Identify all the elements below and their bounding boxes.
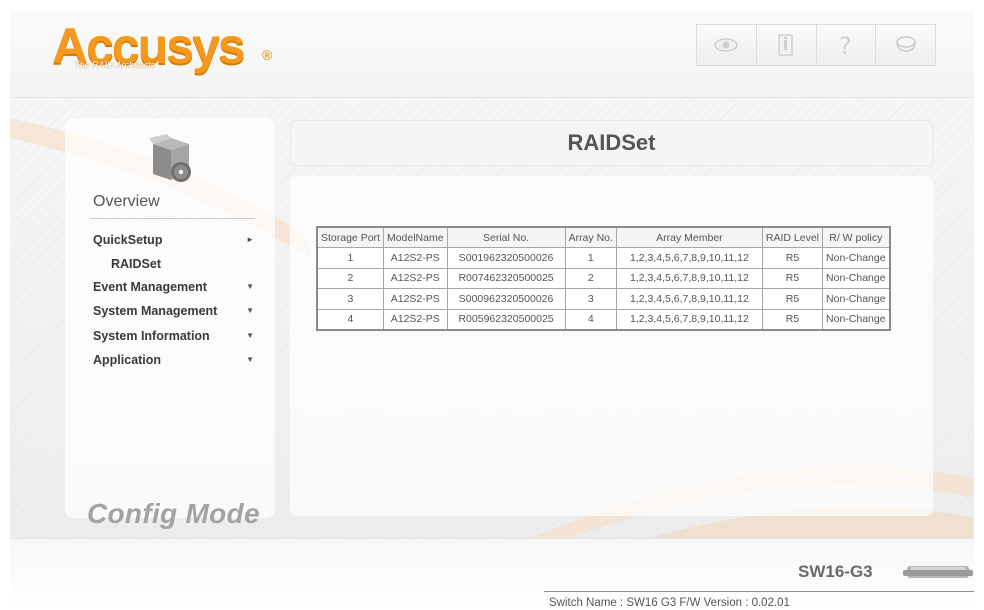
logout-icon (895, 36, 916, 52)
chevron-down-icon: ▼ (246, 355, 254, 364)
view-button[interactable] (697, 25, 757, 65)
chevron-down-icon: ▼ (246, 306, 254, 315)
raidset-table: Storage Port ModelName Serial No. Array … (316, 226, 891, 331)
table-cell: A12S2-PS (382, 247, 448, 269)
sidebar-item-label: System Management (93, 304, 218, 318)
table-cell: Non-Change (822, 247, 891, 269)
sidebar-item-application[interactable]: Application ▼ (93, 348, 258, 373)
table-cell: 1 (564, 247, 617, 269)
table-cell: Non-Change (822, 288, 891, 310)
column-header: Array Member (615, 226, 763, 248)
table-cell: Non-Change (822, 267, 891, 289)
sidebar-item-event-management[interactable]: Event Management ▼ (93, 275, 258, 300)
footer-divider (544, 591, 974, 592)
header: Accusys ® The RAID Architects ? (10, 10, 974, 98)
sidebar-item-label: RAIDSet (111, 256, 162, 271)
column-header: ModelName (382, 226, 448, 248)
sidebar-item-label: System Information (93, 328, 210, 343)
table-cell: 2 (564, 267, 617, 289)
info-icon (778, 34, 793, 56)
sidebar: Overview QuickSetup ► RAIDSet Event Mana… (65, 118, 275, 529)
top-toolbar: ? (696, 24, 936, 66)
table-header-row: Storage Port ModelName Serial No. Array … (316, 226, 891, 248)
column-header: Serial No. (446, 226, 566, 248)
page-title: RAIDSet (567, 130, 656, 155)
table-cell: R5 (761, 308, 824, 330)
column-header: RAID Level (761, 226, 824, 248)
table-cell: A12S2-PS (382, 267, 448, 289)
table-cell: R5 (761, 288, 824, 310)
firmware-version-text: Switch Name : SW16 G3 F/W Version : 0.02… (549, 597, 790, 609)
sidebar-item-system-management[interactable]: System Management ▼ (93, 299, 258, 324)
help-button[interactable]: ? (816, 25, 877, 65)
logo-registered-mark: ® (262, 47, 273, 63)
table-cell: 3 (564, 288, 617, 310)
device-model-label: SW16-G3 (798, 562, 873, 581)
table-cell: Non-Change (822, 308, 891, 330)
sidebar-item-quicksetup[interactable]: QuickSetup ► (93, 228, 258, 253)
table-cell: R005962320500025 (446, 308, 566, 330)
svg-text:?: ? (839, 32, 852, 58)
table-row[interactable]: 1 A12S2-PS S001962320500026 1 1,2,3,4,5,… (316, 247, 891, 269)
table-cell: 4 (316, 308, 384, 330)
table-cell: A12S2-PS (382, 308, 448, 330)
help-icon: ? (839, 32, 852, 58)
content-area: Overview QuickSetup ► RAIDSet Event Mana… (10, 98, 974, 538)
table-row[interactable]: 3 A12S2-PS S000962320500026 3 1,2,3,4,5,… (316, 288, 891, 310)
table-cell: 1,2,3,4,5,6,7,8,9,10,11,12 (615, 247, 763, 269)
table-cell: S001962320500026 (446, 247, 566, 269)
logout-button[interactable] (876, 25, 935, 65)
sidebar-item-raidset[interactable]: RAIDSet (93, 253, 258, 275)
page-title-panel: RAIDSet (290, 120, 933, 166)
table-cell: A12S2-PS (382, 288, 448, 310)
chevron-right-icon: ► (246, 235, 254, 244)
accusys-logo: Accusys ® The RAID Architects (52, 21, 292, 81)
footer: SW16-G3 Switch Name : SW16 G3 F/W Versio… (10, 538, 974, 610)
config-mode-label: Config Mode (87, 498, 260, 529)
table-row[interactable]: 4 A12S2-PS R005962320500025 4 1,2,3,4,5,… (316, 308, 891, 330)
overview-heading[interactable]: Overview (93, 193, 160, 211)
switch-device-icon (903, 566, 973, 578)
eye-icon (714, 38, 738, 52)
table-cell: 1,2,3,4,5,6,7,8,9,10,11,12 (615, 267, 763, 289)
table-cell: 1,2,3,4,5,6,7,8,9,10,11,12 (615, 288, 763, 310)
sidebar-item-label: Application (93, 353, 162, 367)
sidebar-nav: QuickSetup ► RAIDSet Event Management ▼ … (93, 228, 258, 373)
column-header: R/ W policy (822, 226, 891, 248)
sidebar-item-label: Event Management (93, 279, 207, 294)
sidebar-item-system-information[interactable]: System Information ▼ (93, 324, 258, 349)
table-cell: 4 (564, 308, 617, 330)
chevron-down-icon: ▼ (246, 330, 254, 340)
table-cell: 1,2,3,4,5,6,7,8,9,10,11,12 (615, 308, 763, 330)
info-button[interactable] (756, 25, 817, 65)
overview-divider (90, 218, 255, 219)
table-cell: R007462320500025 (446, 267, 566, 289)
main-panel: Storage Port ModelName Serial No. Array … (290, 176, 933, 516)
app-frame: Accusys ® The RAID Architects ? Overview… (10, 10, 974, 610)
column-header: Array No. (564, 226, 617, 248)
table-cell: S000962320500026 (446, 288, 566, 310)
table-cell: 1 (316, 247, 384, 269)
chevron-down-icon: ▼ (246, 281, 254, 291)
table-cell: R5 (761, 247, 824, 269)
table-row[interactable]: 2 A12S2-PS R007462320500025 2 1,2,3,4,5,… (316, 267, 891, 289)
table-cell: R5 (761, 267, 824, 289)
logo-tagline: The RAID Architects (74, 60, 156, 70)
overview-box-icon (149, 134, 191, 182)
table-cell: 2 (316, 267, 384, 289)
table-cell: 3 (316, 288, 384, 310)
sidebar-item-label: QuickSetup (93, 233, 163, 247)
column-header: Storage Port (316, 226, 384, 248)
